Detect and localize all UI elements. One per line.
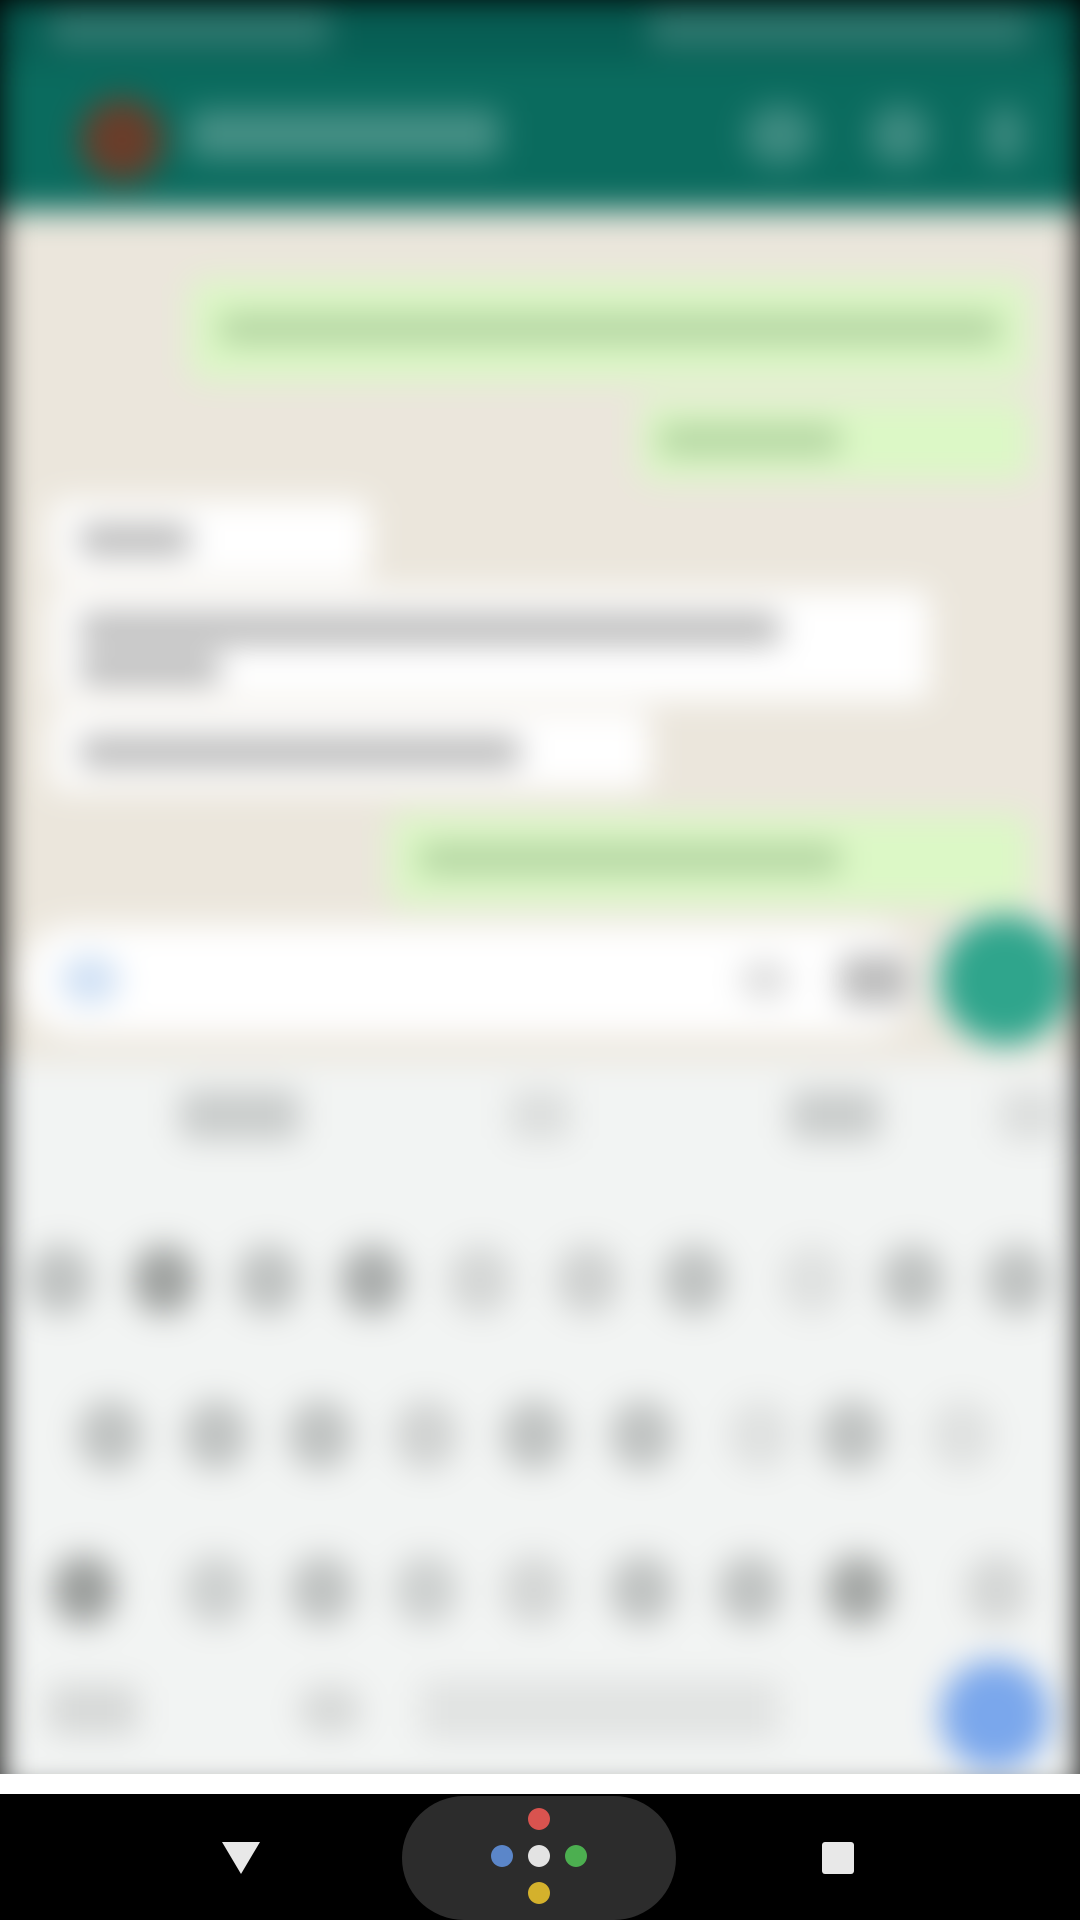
keyboard-key[interactable] [780,1245,844,1315]
video-call-icon[interactable] [745,105,815,165]
message-composer[interactable] [20,925,920,1035]
keyboard-key[interactable] [610,1400,674,1470]
message-bubble-outgoing[interactable] [390,815,1030,905]
keyboard-key[interactable] [184,1400,248,1470]
keyboard-key[interactable] [662,1245,726,1315]
comma-key[interactable] [298,1685,362,1735]
backspace-key[interactable] [965,1555,1029,1625]
keyboard-key[interactable] [394,1400,458,1470]
keyboard-key[interactable] [985,1245,1049,1315]
square-recents-icon[interactable] [822,1842,854,1874]
keyboard-key[interactable] [718,1555,782,1625]
status-bar-left [50,12,330,46]
message-bubble-incoming[interactable] [50,500,370,580]
blurred-content [0,0,1080,1794]
space-bar[interactable] [420,1680,780,1740]
voice-call-icon[interactable] [870,105,930,165]
blurred-screen [0,0,1080,1794]
keyboard-suggestion[interactable] [510,1090,570,1140]
keyboard-key[interactable] [288,1400,352,1470]
assistant-dot-blue [491,1845,513,1867]
enter-key[interactable] [940,1660,1050,1770]
keyboard-key[interactable] [502,1555,566,1625]
keyboard-key[interactable] [340,1245,404,1315]
keyboard [0,1060,1080,1794]
keyboard-key[interactable] [930,1400,994,1470]
avatar[interactable] [80,98,164,182]
assistant-dot-yellow [528,1882,550,1904]
keyboard-key[interactable] [236,1245,300,1315]
keyboard-key[interactable] [880,1245,944,1315]
attach-icon[interactable] [740,960,790,1000]
keyboard-key[interactable] [448,1245,512,1315]
mic-button[interactable] [940,915,1070,1045]
keyboard-key[interactable] [502,1400,566,1470]
keyboard-key[interactable] [28,1245,92,1315]
message-bubble-outgoing[interactable] [190,280,1030,380]
emoji-icon[interactable] [60,955,120,1005]
status-bar [0,0,1080,60]
keyboard-suggestion[interactable] [790,1090,880,1140]
navigation-bar [0,1794,1080,1920]
keyboard-suggestion[interactable] [180,1090,300,1140]
keyboard-key[interactable] [728,1400,792,1470]
shift-key[interactable] [52,1555,116,1625]
keyboard-key[interactable] [290,1555,354,1625]
camera-icon[interactable] [840,955,910,1005]
keyboard-key[interactable] [556,1245,620,1315]
message-bubble-incoming[interactable] [50,590,930,700]
assistant-dot-white [528,1845,550,1867]
assistant-dot-green [565,1845,587,1867]
triangle-back-icon[interactable] [222,1842,260,1874]
chat-app-bar [0,60,1080,210]
keyboard-bottom-edge [0,1774,1080,1794]
assistant-dot-red [528,1808,550,1830]
keyboard-key[interactable] [826,1555,890,1625]
message-bubble-incoming[interactable] [50,710,650,790]
overflow-menu-icon[interactable] [985,105,1025,165]
symbols-key[interactable] [48,1685,138,1735]
status-bar-right [650,12,1030,46]
keyboard-key[interactable] [610,1555,674,1625]
keyboard-key[interactable] [394,1555,458,1625]
keyboard-key[interactable] [184,1555,248,1625]
keyboard-suggestion[interactable] [1000,1090,1060,1140]
google-assistant-dots-icon[interactable] [402,1796,676,1920]
message-bubble-outgoing[interactable] [640,400,1030,480]
keyboard-key[interactable] [78,1400,142,1470]
keyboard-key[interactable] [132,1245,196,1315]
contact-name[interactable] [190,110,500,158]
keyboard-key[interactable] [820,1400,884,1470]
